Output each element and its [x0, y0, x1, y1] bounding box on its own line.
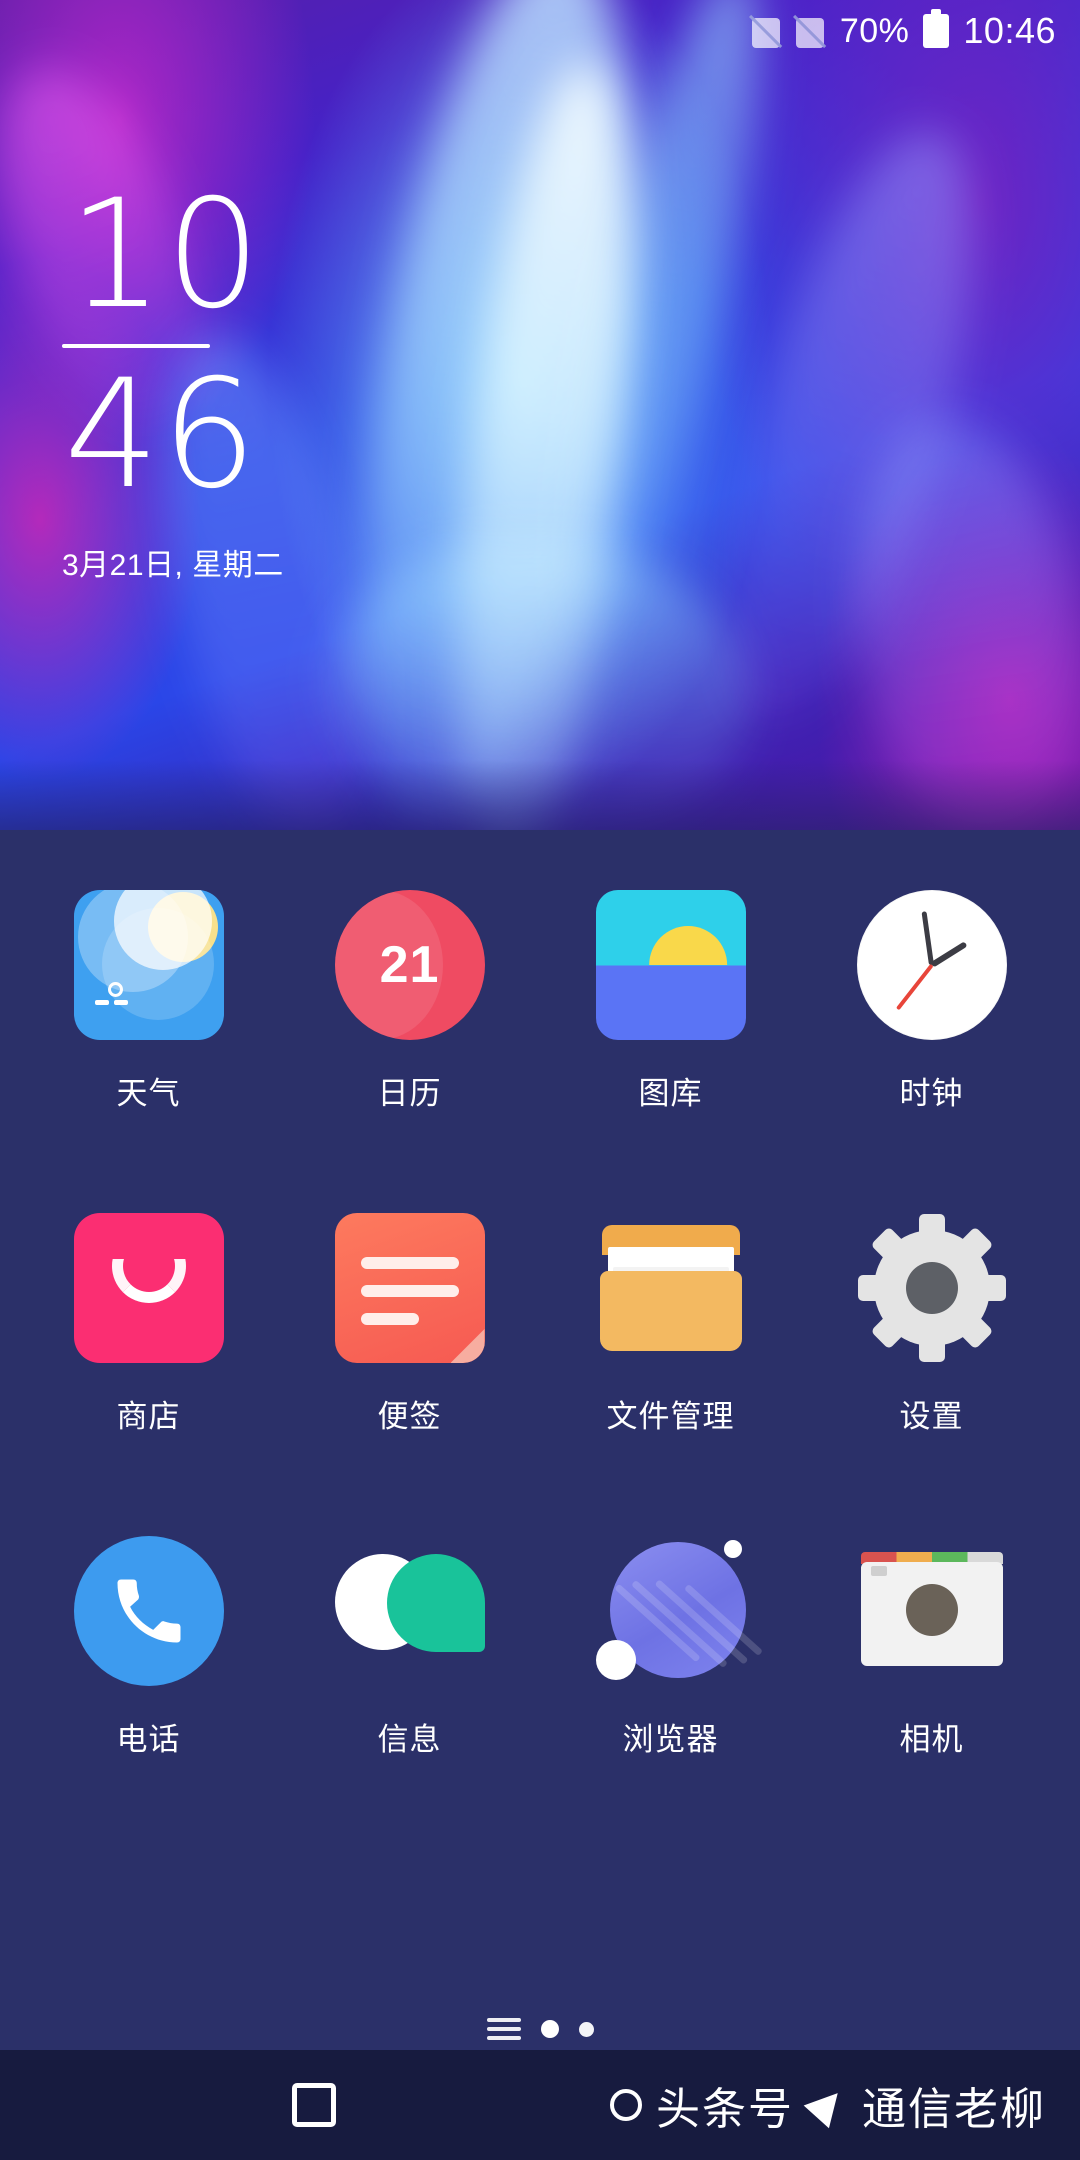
- notes-icon[interactable]: [334, 1213, 485, 1363]
- app-label: 时钟: [899, 1076, 964, 1111]
- circle-icon: [610, 2089, 642, 2121]
- phone-icon[interactable]: [73, 1536, 224, 1686]
- wallpaper-bottom-fade: [0, 760, 1080, 830]
- clock-icon[interactable]: [856, 890, 1007, 1040]
- app-clock[interactable]: 时钟: [827, 890, 1037, 1113]
- app-label: 信息: [377, 1722, 442, 1757]
- app-camera[interactable]: 相机: [827, 1536, 1037, 1759]
- wallpaper-streak: [311, 0, 679, 830]
- signal-off-icon: [748, 14, 783, 49]
- gallery-icon[interactable]: [595, 890, 746, 1040]
- wallpaper-streak: [427, 54, 663, 830]
- clock-minute: 46: [64, 348, 259, 522]
- app-weather[interactable]: 天气: [44, 890, 254, 1113]
- app-messages[interactable]: 信息: [305, 1536, 515, 1759]
- app-label: 设置: [899, 1399, 964, 1434]
- watermark-text-secondary: 通信老柳: [862, 2085, 1046, 2134]
- wallpaper-streak: [522, 0, 798, 665]
- app-row: 商店 便签 文件管理 设置: [0, 1213, 1080, 1436]
- page-dot-active[interactable]: [540, 2020, 559, 2038]
- app-label: 浏览器: [622, 1722, 719, 1757]
- app-gallery[interactable]: 图库: [566, 890, 776, 1113]
- camera-icon[interactable]: [857, 1536, 1007, 1686]
- clock-hour: 10: [68, 168, 263, 342]
- app-label: 日历: [377, 1076, 442, 1111]
- app-label: 文件管理: [606, 1399, 735, 1434]
- weather-icon[interactable]: [73, 890, 224, 1040]
- app-phone[interactable]: 电话: [44, 1536, 254, 1759]
- wallpaper-streak: [678, 107, 1022, 753]
- settings-gear-icon[interactable]: [857, 1213, 1007, 1363]
- signal-off-icon: [792, 14, 827, 49]
- file-manager-icon[interactable]: [596, 1213, 746, 1363]
- app-file-manager[interactable]: 文件管理: [566, 1213, 776, 1436]
- app-drawer-lines-icon[interactable]: [486, 2018, 521, 2040]
- home-square-icon[interactable]: [292, 2083, 336, 2127]
- app-row: 天气 21 日历 图库 时钟: [0, 890, 1080, 1113]
- app-label: 图库: [638, 1076, 703, 1111]
- watermark: 头条号 通信老柳: [610, 2050, 1046, 2160]
- phone-screen: 70% 10:46 10 46 3月21日, 星期二 天气 21 日历 图库 时…: [0, 0, 1080, 2160]
- status-bar[interactable]: 70% 10:46: [0, 0, 1080, 62]
- app-settings[interactable]: 设置: [827, 1213, 1037, 1436]
- app-grid: 天气 21 日历 图库 时钟 商店 便签 文件管理 设置 电话 信息 浏览器 相…: [0, 830, 1080, 2050]
- page-indicator[interactable]: [0, 2018, 1080, 2040]
- app-store[interactable]: 商店: [44, 1213, 254, 1436]
- browser-icon[interactable]: [595, 1536, 763, 1686]
- calendar-day-badge: 21: [379, 936, 440, 994]
- status-bar-time: 10:46: [963, 10, 1056, 51]
- app-label: 电话: [116, 1722, 181, 1757]
- app-notes[interactable]: 便签: [305, 1213, 515, 1436]
- app-row: 电话 信息 浏览器 相机: [0, 1536, 1080, 1759]
- page-dot[interactable]: [578, 2021, 594, 2037]
- watermark-text-primary: 头条号: [656, 2085, 794, 2134]
- app-label: 天气: [116, 1076, 181, 1111]
- messages-icon[interactable]: [334, 1536, 485, 1686]
- battery-icon: [923, 9, 950, 48]
- app-label: 相机: [899, 1722, 964, 1757]
- app-calendar[interactable]: 21 日历: [305, 890, 515, 1113]
- app-label: 商店: [116, 1399, 181, 1434]
- app-browser[interactable]: 浏览器: [566, 1536, 776, 1759]
- app-label: 便签: [377, 1399, 442, 1434]
- clock-date: 3月21日, 星期二: [62, 549, 284, 582]
- calendar-icon[interactable]: 21: [334, 890, 485, 1040]
- send-arrow-icon: [808, 2085, 848, 2125]
- store-icon[interactable]: [73, 1213, 224, 1363]
- battery-percent-label: 70%: [839, 11, 910, 50]
- clock-widget[interactable]: 10 46 3月21日, 星期二: [62, 180, 284, 584]
